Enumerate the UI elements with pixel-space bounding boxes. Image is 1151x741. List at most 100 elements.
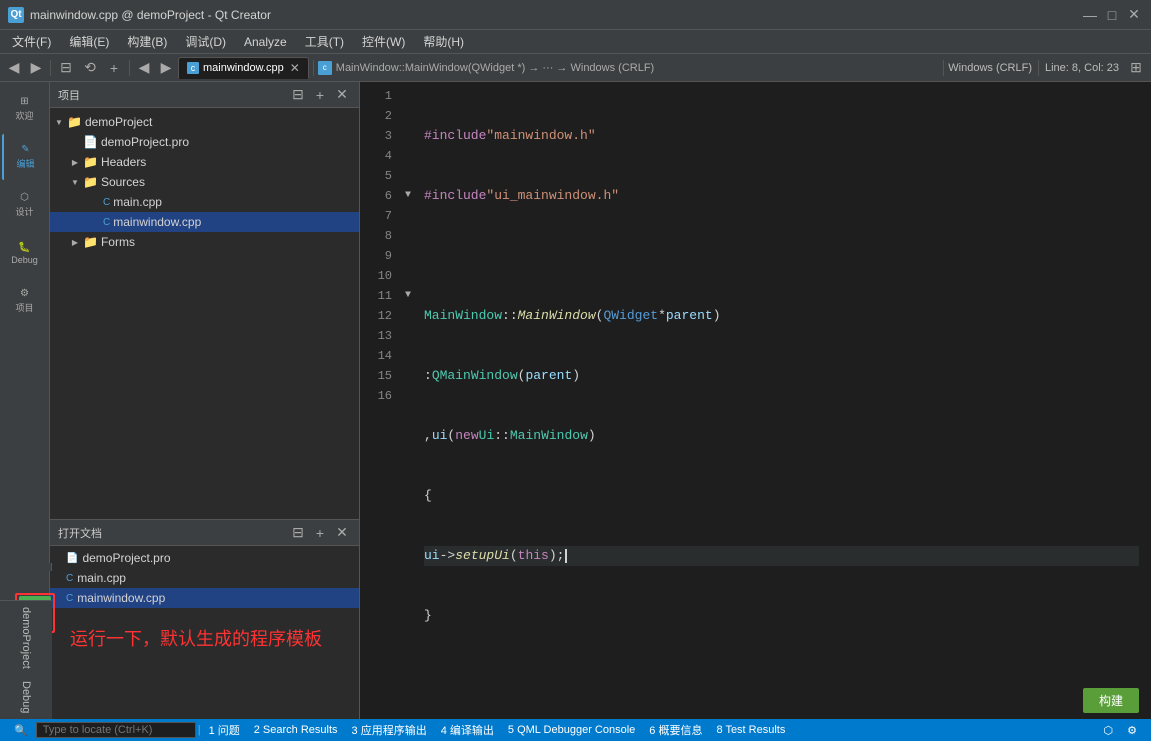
sidebar-welcome-btn[interactable]: ⊞ 欢迎 <box>2 86 48 132</box>
status-expand-btn[interactable]: ⬡ <box>1098 719 1120 741</box>
status-item-compile-output[interactable]: 4 编译输出 <box>435 719 500 741</box>
code-line-3 <box>424 246 1139 266</box>
tree-item-mainwindow-cpp[interactable]: C mainwindow.cpp <box>50 212 359 232</box>
edit-icon: ✎ <box>21 144 29 155</box>
welcome-label: 欢迎 <box>15 109 33 122</box>
open-doc-mainwindow[interactable]: C mainwindow.cpp <box>50 588 359 608</box>
window-title: mainwindow.cpp @ demoProject - Qt Creato… <box>30 8 271 22</box>
filter-button[interactable]: ⊟ <box>55 57 77 79</box>
open-doc-pro[interactable]: 📄 demoProject.pro <box>50 548 359 568</box>
demoprojecttab-bottom[interactable]: demoProject <box>16 601 36 675</box>
tree-item-headers[interactable]: ▶ 📁 Headers <box>50 152 359 172</box>
status-item-search-results[interactable]: 2 Search Results <box>248 719 344 741</box>
menu-help[interactable]: 帮助(H) <box>415 31 472 52</box>
menu-tools[interactable]: 工具(T) <box>297 31 352 52</box>
open-docs-close-btn[interactable]: ✕ <box>333 524 351 542</box>
debugtab-bottom[interactable]: Debug <box>16 675 36 719</box>
sources-icon: 📁 <box>83 175 98 189</box>
locate-input[interactable] <box>36 722 196 738</box>
minimap-gutter <box>1139 82 1151 719</box>
sidebar-project-btn[interactable]: ⚙ 项目 <box>2 278 48 324</box>
forms-arrow-icon: ▶ <box>70 238 80 247</box>
main-cpp-label: main.cpp <box>113 195 162 209</box>
sidebar-debug-btn[interactable]: 🐛 Debug <box>2 230 48 276</box>
toolbar-sep-4 <box>943 60 944 76</box>
open-docs-add-btn[interactable]: + <box>311 524 329 542</box>
status-item-qml-debugger[interactable]: 5 QML Debugger Console <box>502 719 641 741</box>
search-icon: 🔍 <box>14 724 28 737</box>
split-button[interactable]: ⊞ <box>1125 57 1147 79</box>
project-label: 项目 <box>15 301 33 314</box>
status-search-icon[interactable]: 🔍 <box>8 719 34 741</box>
menu-edit[interactable]: 编辑(E) <box>61 31 117 52</box>
gutter-arrows: ▼ ▼ <box>400 82 416 719</box>
headers-icon: 📁 <box>83 155 98 169</box>
forms-icon: 📁 <box>83 235 98 249</box>
file-breadcrumb: c MainWindow::MainWindow(QWidget *) → ··… <box>318 61 939 75</box>
open-docs-title: 打开文档 <box>58 525 285 541</box>
editor-tab-mainwindow[interactable]: c mainwindow.cpp ✕ <box>178 57 309 79</box>
forward-button[interactable]: ▶ <box>26 58 46 78</box>
panel-close-btn[interactable]: ✕ <box>333 86 351 104</box>
open-docs-header: 打开文档 ⊟ + ✕ <box>50 520 359 546</box>
menu-build[interactable]: 构建(B) <box>119 31 175 52</box>
panel-filter-btn[interactable]: ⊟ <box>289 86 307 104</box>
file-tree: ▼ 📁 demoProject 📄 demoProject.pro ▶ 📁 He… <box>50 108 359 519</box>
sidebar-design-btn[interactable]: ⬡ 设计 <box>2 182 48 228</box>
status-item-test-results[interactable]: 8 Test Results <box>710 719 791 741</box>
code-line-2: #include "ui_mainwindow.h" <box>424 186 1139 206</box>
headers-arrow-icon: ▶ <box>70 158 80 167</box>
menu-analyze[interactable]: Analyze <box>236 33 295 51</box>
toolbar-sep-5 <box>1038 60 1039 76</box>
design-label: 设计 <box>15 205 33 218</box>
tab-label: mainwindow.cpp <box>203 62 284 74</box>
headers-label: Headers <box>101 155 146 169</box>
panel-add-btn[interactable]: + <box>311 86 329 104</box>
close-button[interactable]: ✕ <box>1125 6 1143 24</box>
status-item-app-output[interactable]: 3 应用程序输出 <box>346 719 433 741</box>
toolbar: ◀ ▶ ⊟ ⟲ + ◀ ▶ c mainwindow.cpp ✕ c MainW… <box>0 54 1151 82</box>
menu-debug[interactable]: 调试(D) <box>177 31 234 52</box>
code-editor[interactable]: 1 2 3 4 5 6 7 8 9 10 11 12 13 14 15 16 <box>360 82 1151 719</box>
mainwindow-cpp-label: mainwindow.cpp <box>113 215 201 229</box>
tree-item-pro[interactable]: 📄 demoProject.pro <box>50 132 359 152</box>
tree-item-main-cpp[interactable]: C main.cpp <box>50 192 359 212</box>
open-docs-list: 📄 demoProject.pro C main.cpp C mainwindo… <box>50 546 359 719</box>
maximize-button[interactable]: □ <box>1103 6 1121 24</box>
pro-icon: 📄 <box>83 135 98 149</box>
toolbar-nav: ◀ ▶ <box>4 58 46 78</box>
status-item-problems[interactable]: 1 问题 <box>203 719 246 741</box>
open-docs-filter-btn[interactable]: ⊟ <box>289 524 307 542</box>
root-icon: 📁 <box>67 115 82 129</box>
status-overview-label: 6 概要信息 <box>649 722 702 738</box>
tree-item-forms[interactable]: ▶ 📁 Forms <box>50 232 359 252</box>
sidebar-edit-btn[interactable]: ✎ 编辑 <box>2 134 48 180</box>
forms-label: Forms <box>101 235 135 249</box>
project-icon: ⚙ <box>20 288 29 299</box>
tab-forward-button[interactable]: ▶ <box>156 58 176 78</box>
menu-file[interactable]: 文件(F) <box>4 31 59 52</box>
tree-item-sources[interactable]: ▼ 📁 Sources <box>50 172 359 192</box>
add-button[interactable]: + <box>103 57 125 79</box>
code-line-1: #include "mainwindow.h" <box>424 126 1139 146</box>
back-button[interactable]: ◀ <box>4 58 24 78</box>
root-arrow-icon: ▼ <box>54 118 64 127</box>
doc-pro-label: demoProject.pro <box>82 551 170 565</box>
status-problems-label: 1 问题 <box>209 722 240 738</box>
code-line-4: MainWindow::MainWindow(QWidget *parent) <box>424 306 1139 326</box>
minimize-button[interactable]: — <box>1081 6 1099 24</box>
open-doc-main[interactable]: C main.cpp <box>50 568 359 588</box>
build-button[interactable]: 构建 <box>1083 688 1139 713</box>
sync-button[interactable]: ⟲ <box>79 57 101 79</box>
tab-close-button[interactable]: ✕ <box>290 61 300 75</box>
code-content[interactable]: #include "mainwindow.h" #include "ui_mai… <box>416 82 1139 719</box>
menu-controls[interactable]: 控件(W) <box>354 31 413 52</box>
code-line-7: { <box>424 486 1139 506</box>
tree-item-root[interactable]: ▼ 📁 demoProject <box>50 112 359 132</box>
root-label: demoProject <box>85 115 152 129</box>
status-item-overview[interactable]: 6 概要信息 <box>643 719 708 741</box>
status-bar: 🔍 | 1 问题 2 Search Results 3 应用程序输出 4 编译输… <box>0 719 1151 741</box>
tab-back-button[interactable]: ◀ <box>134 58 154 78</box>
status-settings-btn[interactable]: ⚙ <box>1121 719 1143 741</box>
code-line-5: : QMainWindow(parent) <box>424 366 1139 386</box>
